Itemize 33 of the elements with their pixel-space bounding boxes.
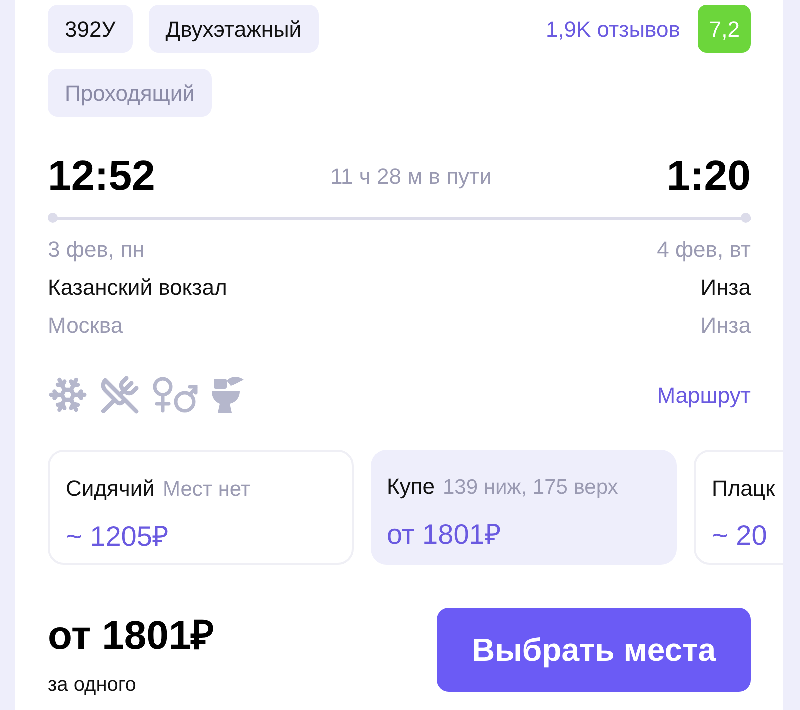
select-seats-button[interactable]: Выбрать места bbox=[437, 608, 751, 692]
price-note: за одного bbox=[48, 673, 138, 698]
tag: Проходящий bbox=[48, 69, 212, 117]
class-name: Сидячий bbox=[66, 475, 155, 503]
city-name: Москва bbox=[48, 312, 124, 340]
gender-icon bbox=[152, 375, 198, 415]
city-name: Инза bbox=[700, 312, 751, 340]
reviews-link[interactable]: 1,9K отзывов bbox=[546, 12, 680, 46]
class-card[interactable]: Плацк ~ 20 bbox=[694, 450, 783, 565]
station-name: Казанский вокзал bbox=[48, 274, 228, 302]
tag: Двухэтажный bbox=[148, 5, 319, 53]
snowflake-icon bbox=[48, 375, 88, 415]
total-price: от 1801₽ bbox=[48, 614, 214, 658]
rating-badge: 7,2 bbox=[698, 5, 751, 53]
departure-time: 12:52 bbox=[48, 155, 156, 197]
class-card[interactable]: Купе 139 ниж, 175 верх от 1801₽ bbox=[371, 450, 677, 565]
tag: 392У bbox=[48, 5, 133, 53]
class-price: от 1801₽ bbox=[387, 518, 501, 552]
seats-text: 139 ниж, 175 верх bbox=[442, 475, 618, 501]
duration-text: 11 ч 28 м в пути bbox=[330, 162, 492, 191]
fork-and-spoon-icon bbox=[100, 375, 140, 415]
route-link[interactable]: Маршрут bbox=[657, 378, 751, 412]
date-text: 4 фев, вт bbox=[657, 236, 751, 264]
class-name: Купе bbox=[387, 473, 435, 501]
date-text: 3 фев, пн bbox=[48, 236, 145, 264]
station-name: Инза bbox=[700, 274, 751, 302]
seats-text: Мест нет bbox=[162, 477, 251, 503]
class-card[interactable]: Сидячий Мест нет ~ 1205₽ bbox=[48, 450, 354, 565]
arrival-time: 1:20 bbox=[666, 155, 751, 197]
class-price: ~ 20 bbox=[712, 519, 768, 553]
toilet-icon bbox=[210, 375, 246, 415]
class-price: ~ 1205₽ bbox=[66, 520, 168, 554]
class-name: Плацк bbox=[712, 475, 776, 503]
